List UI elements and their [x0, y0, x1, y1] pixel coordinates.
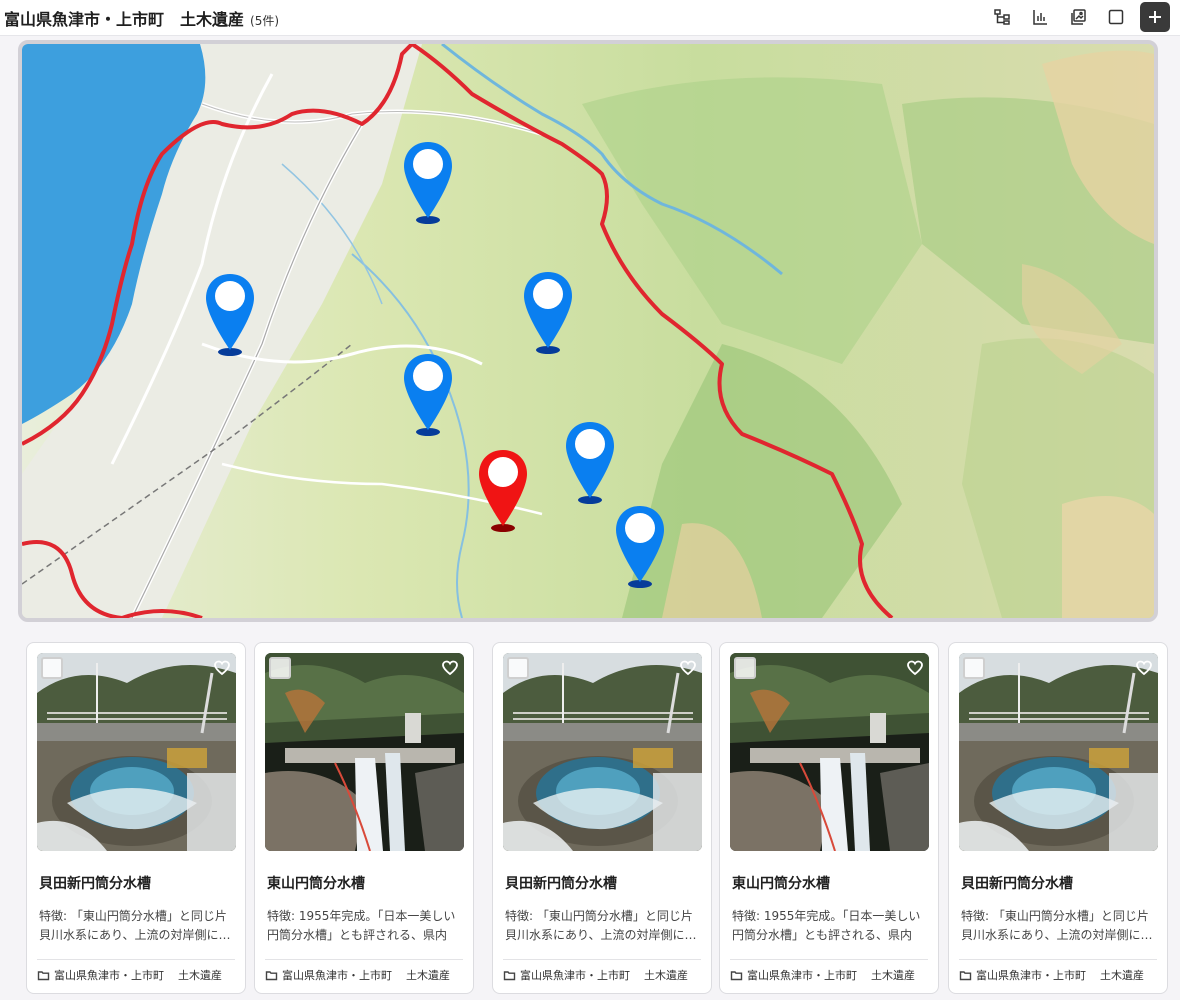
card-meta: 富山県魚津市・上市町 土木遺産 — [959, 967, 1144, 983]
heart-icon — [214, 660, 230, 676]
card-category: 土木遺産 — [406, 969, 450, 982]
card-title[interactable]: 貝田新円筒分水槽 — [39, 873, 151, 893]
heart-icon — [907, 660, 923, 676]
card-category: 土木遺産 — [178, 969, 222, 982]
divider — [959, 959, 1157, 960]
tree-icon — [994, 9, 1010, 25]
card-location: 富山県魚津市・上市町 — [282, 969, 392, 982]
map-marker[interactable] — [204, 272, 256, 358]
card-meta: 富山県魚津市・上市町 土木遺産 — [730, 967, 915, 983]
map-marker[interactable] — [522, 270, 574, 356]
card-location: 富山県魚津市・上市町 — [520, 969, 630, 982]
select-checkbox[interactable] — [734, 657, 756, 679]
page-title: 富山県魚津市・上市町 土木遺産 (5件) — [4, 6, 279, 30]
heart-icon — [442, 660, 458, 676]
card-view-button[interactable] — [1102, 3, 1130, 31]
favorite-button[interactable] — [906, 659, 924, 677]
card-photo — [265, 653, 464, 851]
folder-icon — [265, 970, 278, 980]
gallery-view-button[interactable] — [1064, 3, 1092, 31]
folder-icon — [37, 970, 50, 980]
map-marker[interactable] — [564, 420, 616, 506]
tree-view-button[interactable] — [988, 3, 1016, 31]
result-card[interactable]: 貝田新円筒分水槽特徴: 「東山円筒分水槽」と同じ片貝川水系にあり、上流の対岸側に… — [492, 642, 712, 994]
map-marker-selected[interactable] — [477, 448, 529, 534]
folder-icon — [959, 970, 972, 980]
card-category: 土木遺産 — [644, 969, 688, 982]
card-meta: 富山県魚津市・上市町 土木遺産 — [503, 967, 688, 983]
favorite-button[interactable] — [679, 659, 697, 677]
divider — [503, 959, 701, 960]
heart-icon — [680, 660, 696, 676]
toolbar — [988, 2, 1170, 32]
add-button[interactable] — [1140, 2, 1170, 32]
select-checkbox[interactable] — [507, 657, 529, 679]
card-meta: 富山県魚津市・上市町 土木遺産 — [37, 967, 222, 983]
card-meta: 富山県魚津市・上市町 土木遺産 — [265, 967, 450, 983]
divider — [37, 959, 235, 960]
card-title[interactable]: 東山円筒分水槽 — [732, 873, 830, 893]
map-marker[interactable] — [614, 504, 666, 590]
card-location: 富山県魚津市・上市町 — [54, 969, 164, 982]
page-title-text: 富山県魚津市・上市町 土木遺産 — [4, 10, 245, 29]
chart-view-button[interactable] — [1026, 3, 1054, 31]
result-card[interactable]: 貝田新円筒分水槽特徴: 「東山円筒分水槽」と同じ片貝川水系にあり、上流の対岸側に… — [948, 642, 1168, 994]
result-count: (5件) — [250, 14, 280, 28]
square-icon — [1108, 9, 1124, 25]
favorite-button[interactable] — [213, 659, 231, 677]
card-title[interactable]: 貝田新円筒分水槽 — [505, 873, 617, 893]
divider — [265, 959, 463, 960]
app-header: 富山県魚津市・上市町 土木遺産 (5件) — [0, 0, 1180, 36]
map-view[interactable] — [18, 40, 1158, 622]
card-location: 富山県魚津市・上市町 — [976, 969, 1086, 982]
map-marker[interactable] — [402, 140, 454, 226]
plus-icon — [1149, 11, 1161, 23]
card-description: 特徴: 1955年完成。「日本一美しい円筒分水槽」とも評される、県内で… — [267, 909, 456, 942]
map-marker[interactable] — [402, 352, 454, 438]
folder-icon — [503, 970, 516, 980]
card-title[interactable]: 東山円筒分水槽 — [267, 873, 365, 893]
favorite-button[interactable] — [1135, 659, 1153, 677]
card-photo — [730, 653, 929, 851]
select-checkbox[interactable] — [963, 657, 985, 679]
select-checkbox[interactable] — [41, 657, 63, 679]
card-title[interactable]: 貝田新円筒分水槽 — [961, 873, 1073, 893]
map-terrain — [22, 44, 1154, 618]
card-photo — [37, 653, 236, 851]
gallery-icon — [1071, 9, 1086, 25]
result-card[interactable]: 東山円筒分水槽特徴: 1955年完成。「日本一美しい円筒分水槽」とも評される、県… — [719, 642, 939, 994]
card-photo — [503, 653, 702, 851]
card-description: 特徴: 1955年完成。「日本一美しい円筒分水槽」とも評される、県内で… — [732, 909, 921, 942]
divider — [730, 959, 928, 960]
card-photo — [959, 653, 1158, 851]
heart-icon — [1136, 660, 1152, 676]
bar-chart-icon — [1033, 10, 1047, 25]
card-description: 特徴: 「東山円筒分水槽」と同じ片貝川水系にあり、上流の対岸側に… — [505, 909, 697, 942]
card-category: 土木遺産 — [1100, 969, 1144, 982]
card-location: 富山県魚津市・上市町 — [747, 969, 857, 982]
folder-icon — [730, 970, 743, 980]
card-description: 特徴: 「東山円筒分水槽」と同じ片貝川水系にあり、上流の対岸側に… — [39, 909, 231, 942]
favorite-button[interactable] — [441, 659, 459, 677]
result-card[interactable]: 東山円筒分水槽特徴: 1955年完成。「日本一美しい円筒分水槽」とも評される、県… — [254, 642, 474, 994]
card-description: 特徴: 「東山円筒分水槽」と同じ片貝川水系にあり、上流の対岸側に… — [961, 909, 1153, 942]
result-card[interactable]: 貝田新円筒分水槽特徴: 「東山円筒分水槽」と同じ片貝川水系にあり、上流の対岸側に… — [26, 642, 246, 994]
select-checkbox[interactable] — [269, 657, 291, 679]
card-category: 土木遺産 — [871, 969, 915, 982]
